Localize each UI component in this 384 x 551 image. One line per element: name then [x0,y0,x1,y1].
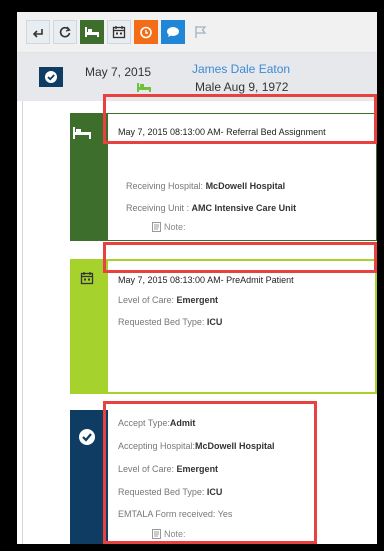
calendar-icon [112,26,126,39]
bed-filter-button[interactable] [80,20,104,44]
calendar-filter-button[interactable] [107,20,131,44]
field-label: Receiving Unit : [126,203,190,213]
field-value: AMC Intensive Care Unit [191,203,297,213]
alarm-clock-icon [140,26,152,39]
chat-bubble-icon [167,27,179,37]
refresh-icon [59,26,71,38]
field-label: Requested Bed Type: [118,317,205,327]
field-value: ICU [206,317,223,327]
event-card-preadmit[interactable]: May 7, 2015 08:13:00 AM- PreAdmit Patien… [70,259,377,394]
flag-filter-button[interactable] [188,20,212,44]
event-title: May 7, 2015 08:13:00 AM- PreAdmit Patien… [118,275,294,285]
toolbar [17,12,377,53]
field-label: Level of Care: [118,295,175,305]
refresh-button[interactable] [53,20,77,44]
highlight-box-accept-details [103,401,317,544]
bed-icon [137,83,151,92]
requested-bed-type: Requested Bed Type: ICU [118,317,222,327]
back-arrow-icon [32,29,43,38]
bed-icon [85,27,99,37]
event-card-body: May 7, 2015 08:13:00 AM- PreAdmit Patien… [108,259,377,394]
check-circle-icon [79,429,95,445]
chat-filter-button[interactable] [161,20,185,44]
event-date: May 7, 2015 [85,65,152,79]
alarm-filter-button[interactable] [134,20,158,44]
check-circle-icon [45,71,57,83]
event-type-stripe [70,259,108,394]
field-value: McDowell Hospital [205,181,286,191]
note-link[interactable]: Note: [152,222,186,232]
note-label: Note: [164,222,186,232]
level-of-care: Level of Care: Emergent [118,295,218,305]
receiving-hospital: Receiving Hospital: McDowell Hospital [126,181,285,191]
field-label: Receiving Hospital: [126,181,204,191]
status-check-badge [39,67,63,87]
patient-info: Male Aug 9, 1972 [195,80,289,94]
timeline-line [22,101,23,544]
calendar-icon [80,272,94,285]
highlight-box-preadmit-title [103,242,377,273]
highlight-box-referral-title [103,94,377,144]
receiving-unit: Receiving Unit : AMC Intensive Care Unit [126,203,296,213]
field-value: Emergent [176,295,219,305]
patient-name-link[interactable]: James Dale Eaton [192,62,290,76]
timeline-panel: May 7, 2015 James Dale Eaton Male Aug 9,… [17,12,377,544]
note-icon [152,222,161,232]
bed-icon [73,127,91,139]
back-button[interactable] [26,20,50,44]
flag-icon [195,26,207,38]
